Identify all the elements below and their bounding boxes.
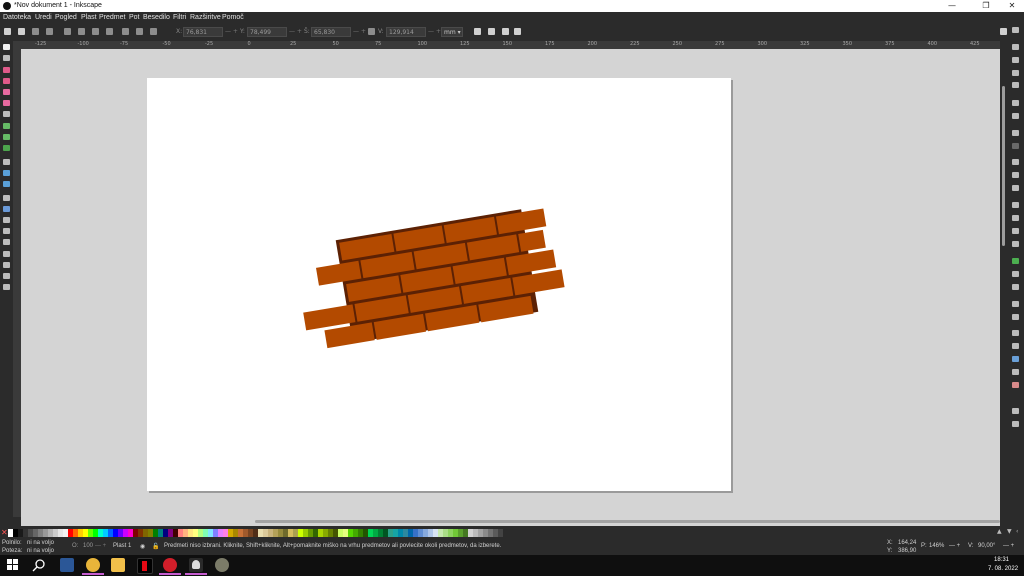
overflow-icon[interactable] [1012, 27, 1019, 33]
fill-value[interactable]: ni na voljo [27, 540, 54, 546]
bricks-group[interactable] [293, 207, 568, 351]
rotation-value[interactable]: 90,00° [978, 543, 995, 549]
inkscape-icon[interactable] [185, 558, 207, 575]
clock-date[interactable]: 7. 08. 2022 [988, 566, 1018, 572]
fill-label: Polnilo: [2, 540, 22, 546]
save-icon[interactable] [1012, 70, 1019, 76]
clone-icon[interactable] [1012, 271, 1019, 277]
undo-icon[interactable] [1012, 130, 1019, 136]
cursor-y-label: Y: [887, 548, 893, 554]
copy-icon[interactable] [1012, 159, 1019, 165]
opacity-value[interactable]: 100 [83, 543, 93, 549]
layer-lock-icon[interactable]: 🔓 [152, 543, 159, 550]
palette-scroll-down-icon[interactable]: ▼ [1007, 528, 1012, 535]
group-icon[interactable] [1012, 301, 1019, 307]
cut-icon[interactable] [1012, 172, 1019, 178]
commands-bar [1007, 24, 1024, 527]
horizontal-scroll-thumb[interactable] [255, 520, 1000, 523]
zoom-drawing-icon[interactable] [1012, 215, 1019, 221]
zoom-value[interactable]: 146% [929, 543, 944, 549]
print-icon[interactable] [1012, 82, 1019, 88]
zoom-selection-icon[interactable] [1012, 202, 1019, 208]
stroke-value[interactable]: ni na voljo [27, 548, 54, 554]
cursor-y-value: 386,90 [898, 548, 917, 554]
zoom-label: P: [921, 543, 927, 549]
palette-swatch[interactable] [503, 529, 508, 537]
palette-menu-icon[interactable]: ‹ [1016, 528, 1018, 535]
redo-icon[interactable] [1012, 143, 1019, 149]
paste-icon[interactable] [1012, 185, 1019, 191]
taskbar: 18:31 7. 08. 2022 [0, 555, 1024, 576]
rotation-label: V: [968, 543, 974, 549]
unlink-clone-icon[interactable] [1012, 284, 1019, 290]
brick[interactable] [324, 322, 375, 349]
netflix-icon[interactable] [137, 558, 153, 574]
zoom-width-icon[interactable] [1012, 241, 1019, 247]
import-icon[interactable] [1012, 100, 1019, 106]
zoom-stepper[interactable]: — + [949, 543, 960, 549]
horizontal-scrollbar[interactable] [21, 517, 1000, 526]
opacity-stepper[interactable]: — + [95, 543, 106, 549]
export-icon[interactable] [1012, 113, 1019, 119]
stroke-label: Poteza: [2, 548, 23, 554]
text-font-icon[interactable] [1012, 343, 1019, 349]
fill-stroke-icon[interactable] [1012, 330, 1019, 336]
xml-editor-icon[interactable] [1012, 369, 1019, 375]
cursor-x-value: 164,24 [898, 540, 917, 546]
gimp-icon[interactable] [215, 558, 229, 572]
layers-icon[interactable] [1012, 356, 1019, 362]
layer-name[interactable]: Plast 1 [113, 543, 131, 549]
start-icon[interactable] [7, 559, 19, 571]
open-file-icon[interactable] [1012, 57, 1019, 63]
word-icon[interactable] [60, 558, 74, 572]
no-paint-icon[interactable]: ✕ [1, 528, 8, 537]
opera-icon[interactable] [159, 558, 181, 575]
vertical-scroll-thumb[interactable] [1002, 86, 1005, 246]
document-properties-icon[interactable] [1012, 408, 1019, 414]
vertical-scrollbar[interactable] [1000, 41, 1007, 527]
explorer-icon[interactable] [111, 558, 125, 572]
preferences-icon[interactable] [1012, 421, 1019, 427]
chrome-icon[interactable] [82, 558, 104, 575]
status-message: Predmeti niso izbrani. Kliknite, Shift+k… [164, 543, 502, 549]
new-document-icon[interactable] [1012, 44, 1019, 50]
ungroup-icon[interactable] [1012, 314, 1019, 320]
search-icon[interactable] [32, 558, 46, 572]
color-palette: ✕ ▲ ▼ ‹ [0, 527, 1024, 539]
layer-visibility-icon[interactable]: ◉ [140, 543, 145, 550]
zoom-page-icon[interactable] [1012, 228, 1019, 234]
brick-wall-drawing[interactable] [0, 0, 1024, 576]
brick[interactable] [303, 304, 356, 331]
palette-swatches[interactable] [8, 529, 508, 537]
palette-scroll-up-icon[interactable]: ▲ [997, 528, 1002, 535]
rotation-stepper[interactable]: — + [1003, 543, 1014, 549]
align-distribute-icon[interactable] [1012, 382, 1019, 388]
cursor-x-label: X: [887, 540, 893, 546]
duplicate-icon[interactable] [1012, 258, 1019, 264]
opacity-label: O: [72, 543, 79, 549]
status-bar: Polnilo: ni na voljo Poteza: ni na voljo… [0, 539, 1024, 555]
clock-time[interactable]: 18:31 [994, 557, 1009, 563]
